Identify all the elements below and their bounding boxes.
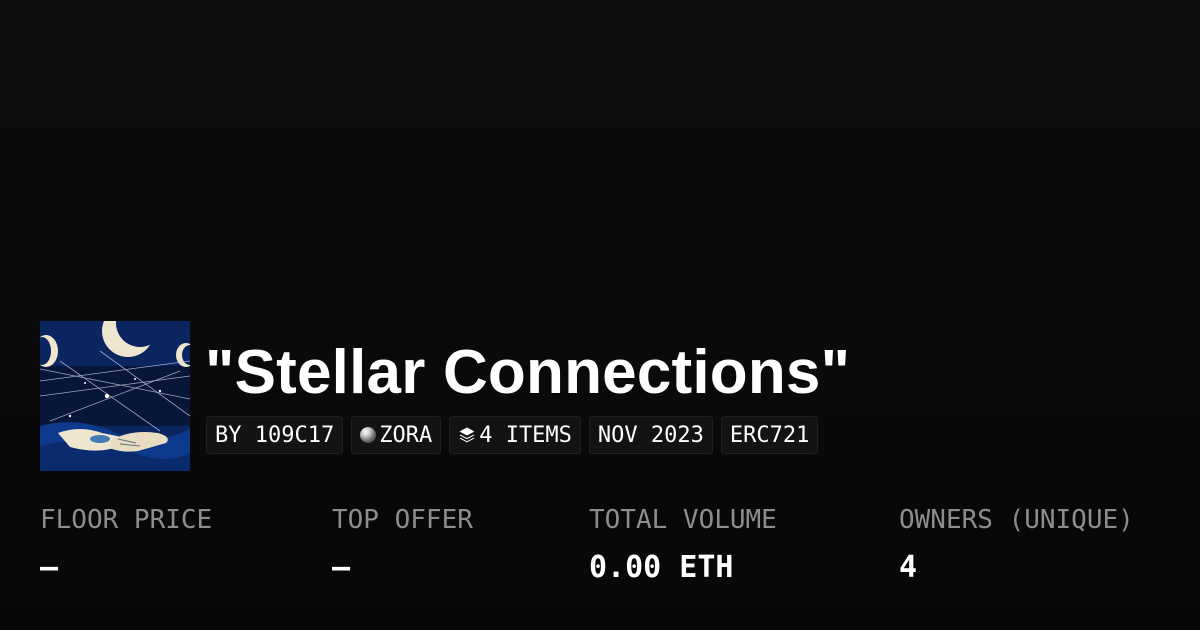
owners-label: OWNERS (UNIQUE) [899,505,1134,535]
collection-title: "Stellar Connections" [205,338,851,407]
stat-top-offer: TOP OFFER – [332,500,473,596]
total-volume-value: 0.00 ETH [589,550,734,585]
floor-price-value: – [40,550,59,585]
owners-value: 4 [899,550,918,585]
zora-orb-icon [360,427,377,443]
date-chip: NOV 2023 [588,416,713,454]
date-label: NOV 2023 [597,422,704,448]
standard-label: ERC721 [729,422,810,448]
top-offer-label: TOP OFFER [332,505,473,535]
layers-icon [458,426,476,444]
collection-thumbnail [40,321,190,471]
standard-chip: ERC721 [720,416,819,454]
creator-chip[interactable]: BY 109C17 [206,416,344,454]
creator-label: BY 109C17 [215,422,335,448]
items-label: 4 ITEMS [479,422,572,448]
stat-total-volume: TOTAL VOLUME 0.00 ETH [589,500,777,596]
items-chip[interactable]: 4 ITEMS [449,416,581,454]
floor-price-label: FLOOR PRICE [40,505,213,535]
collection-meta-chips: BY 109C17 ZORA 4 ITEMS NOV 2023 ERC721 [206,416,819,454]
chain-chip[interactable]: ZORA [351,416,442,454]
top-offer-value: – [332,550,351,585]
stat-floor-price: FLOOR PRICE – [40,500,212,596]
total-volume-label: TOTAL VOLUME [589,505,777,535]
stat-owners: OWNERS (UNIQUE) 4 [899,500,1134,596]
chain-label: ZORA [379,422,433,448]
collection-stats: FLOOR PRICE – TOP OFFER – TOTAL VOLUME 0… [0,500,1200,600]
